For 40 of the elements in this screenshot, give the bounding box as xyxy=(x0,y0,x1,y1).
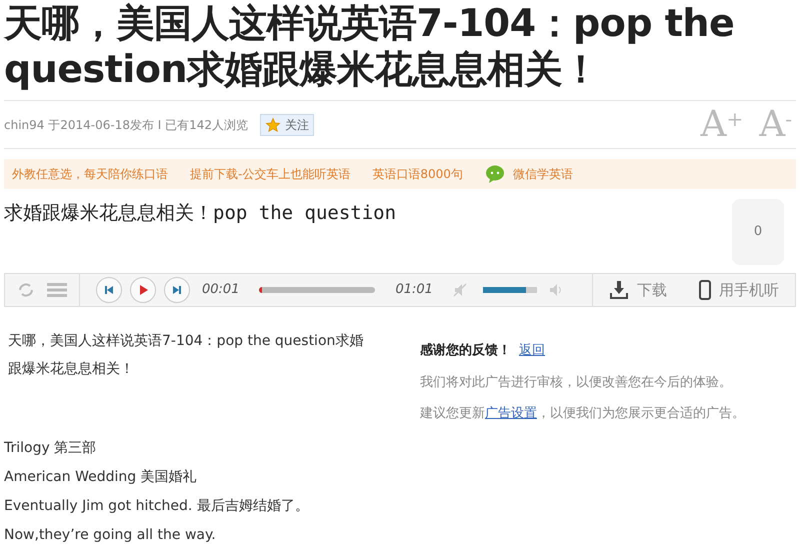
play-button[interactable] xyxy=(130,277,156,303)
elapsed-time: 00:01 xyxy=(202,281,240,300)
font-decrease-button[interactable]: A$^{-}$ xyxy=(759,106,792,142)
article-title: 天哪，美国人这样说英语7-104：pop the question求婚跟爆米花息息相关！ xyxy=(2,0,736,92)
previous-button[interactable] xyxy=(96,277,122,303)
repeat-icon xyxy=(17,282,35,298)
duration-time: 01:01 xyxy=(395,281,433,300)
volume-track[interactable] xyxy=(482,287,537,293)
promo-link[interactable]: 提前下载-公交车上也能听英语 xyxy=(190,165,350,183)
download-button[interactable]: 下载 xyxy=(609,278,667,302)
review-notice: 我们将对此广告进行审核，以便改善您在今后的体验。 xyxy=(420,374,733,392)
article-line: Now,they’re going all the way. xyxy=(4,526,217,545)
font-increase-button[interactable]: A$^{+}$ xyxy=(700,106,744,142)
mute-icon xyxy=(452,283,467,297)
article-line: Eventually Jim got hitched. 最后吉姆结婚了。 xyxy=(4,497,310,516)
skip-back-icon xyxy=(104,285,114,295)
article-intro: 天哪，美国人这样说英语7-104：pop the question求婚跟爆米花息息相关！ xyxy=(7,332,364,379)
article-line: American Wedding 美国婚礼 xyxy=(4,468,198,487)
follow-button[interactable]: 关注 xyxy=(260,114,314,136)
settings-suggestion: 建议您更新广告设置，以便我们为您展示更合适的广告。 xyxy=(420,404,746,422)
list-icon xyxy=(47,283,67,297)
promo-link[interactable]: 英语口语8000句 xyxy=(372,165,463,183)
article-line: Trilogy 第三部 xyxy=(4,439,98,458)
star-icon xyxy=(265,116,282,132)
back-link[interactable]: 返回 xyxy=(519,341,545,360)
chat-bubble-icon xyxy=(484,165,505,183)
section-heading: 求婚跟爆米花息息相关！pop the question xyxy=(4,201,396,226)
progress-track[interactable] xyxy=(259,287,376,293)
phone-icon xyxy=(699,280,711,300)
promo-link[interactable]: 微信学英语 xyxy=(484,165,573,183)
ad-settings-link[interactable]: 广告设置 xyxy=(485,406,537,420)
play-icon xyxy=(138,285,148,295)
promo-link[interactable]: 外教任意选，每天陪你练口语 xyxy=(12,165,168,183)
post-info: chin94 于2014-06-18发布 I 已有142人浏览 xyxy=(4,116,248,134)
feedback-thanks: 感谢您的反馈！ xyxy=(420,342,511,360)
comment-count-bubble[interactable]: 0 xyxy=(732,199,784,265)
next-button[interactable] xyxy=(164,277,190,303)
listen-on-phone-button[interactable]: 用手机听 xyxy=(699,278,779,302)
download-icon xyxy=(609,281,629,299)
skip-forward-icon xyxy=(172,285,182,295)
